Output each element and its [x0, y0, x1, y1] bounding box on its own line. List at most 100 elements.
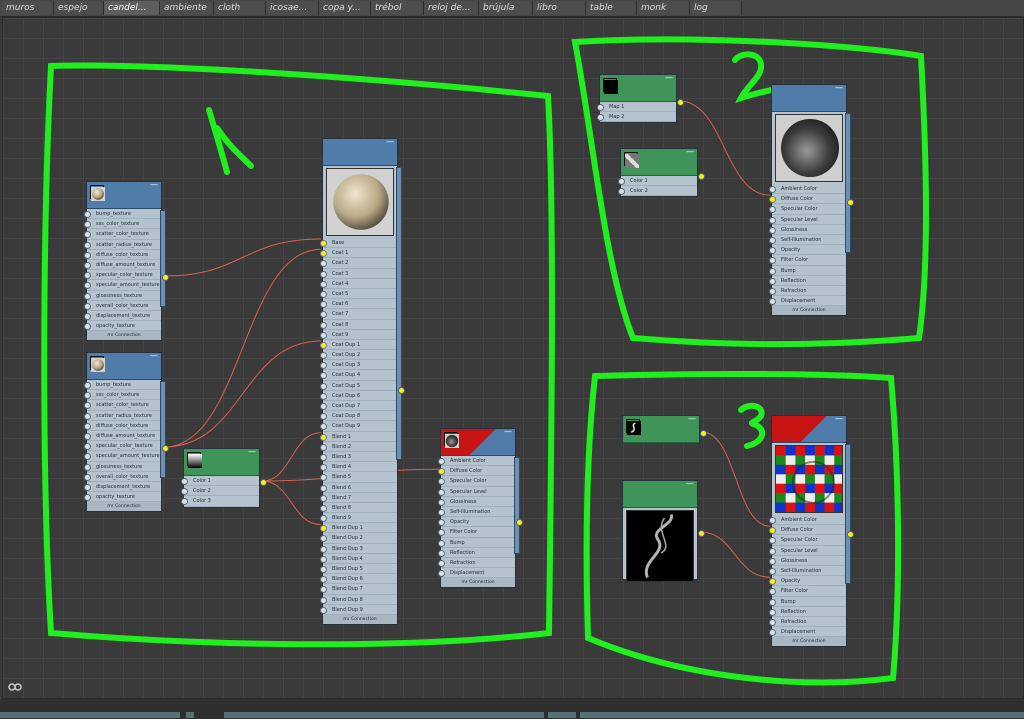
input-socket[interactable] — [84, 422, 91, 430]
input-socket[interactable] — [320, 392, 327, 400]
slot-row[interactable]: Self-Illumination — [769, 566, 846, 577]
slot-row[interactable]: Bump — [438, 538, 515, 548]
slot-row[interactable]: Coat Dup 5 — [320, 381, 397, 391]
input-socket[interactable] — [84, 241, 91, 249]
node-header[interactable]: — — [623, 480, 697, 508]
output-socket[interactable] — [398, 387, 405, 394]
minimize-icon[interactable]: — — [386, 138, 394, 146]
node-editor-canvas[interactable]: — bump_texture sss_color_texture scatter_co… — [2, 17, 1024, 699]
input-socket[interactable] — [438, 478, 445, 486]
minimize-icon[interactable]: — — [688, 415, 696, 423]
slot-row[interactable]: diffuse_color_texture — [84, 250, 161, 260]
input-socket[interactable] — [320, 566, 327, 573]
slot-row[interactable]: Coat 9 — [320, 330, 397, 340]
node-header[interactable]: — — [621, 148, 697, 176]
input-socket[interactable] — [84, 251, 91, 259]
input-socket[interactable] — [320, 504, 327, 512]
node-footer[interactable]: mr Connection — [441, 578, 515, 588]
minimize-icon[interactable]: — — [835, 84, 843, 92]
input-socket[interactable] — [769, 578, 776, 586]
slot-row[interactable]: Color 2 — [181, 486, 259, 497]
input-socket[interactable] — [769, 598, 776, 606]
input-socket[interactable] — [84, 382, 91, 389]
node-scroll-handle[interactable] — [514, 457, 520, 554]
node-header[interactable]: — — [441, 428, 515, 456]
tab-libro[interactable]: libro — [533, 1, 586, 15]
slot-row[interactable]: Coat 8 — [320, 320, 397, 330]
slot-row[interactable]: Specular Color — [769, 204, 846, 215]
node-footer[interactable]: mr Connection — [772, 637, 846, 647]
input-socket[interactable] — [84, 453, 91, 461]
node-scroll-handle[interactable] — [160, 381, 166, 478]
input-socket[interactable] — [320, 464, 327, 472]
tab-espejo[interactable]: espejo — [54, 1, 104, 15]
slot-row[interactable]: scatter_radius_texture — [84, 411, 161, 421]
input-socket[interactable] — [320, 260, 327, 268]
node-mat60[interactable]: — Base Coat 1 Coat 2 Coat 3 Coat 4 Coat 5 Coat … — [320, 138, 405, 625]
slot-row[interactable]: Coat 7 — [320, 309, 397, 320]
slot-row[interactable]: Map 1 — [597, 102, 676, 113]
input-socket[interactable] — [438, 549, 445, 557]
slot-row[interactable]: Blend 6 — [320, 483, 397, 493]
slot-row[interactable]: Coat Dup 4 — [320, 370, 397, 381]
minimize-icon[interactable]: — — [248, 448, 256, 456]
input-socket[interactable] — [769, 537, 776, 545]
input-socket[interactable] — [438, 559, 445, 567]
input-socket[interactable] — [181, 478, 188, 485]
input-socket[interactable] — [769, 517, 776, 524]
slot-row[interactable]: overall_color_texture — [84, 301, 161, 311]
slot-row[interactable]: Blend Dup 6 — [320, 574, 397, 585]
slot-row[interactable]: Bump — [769, 266, 846, 276]
slot-row[interactable]: Reflection — [769, 607, 846, 617]
input-socket[interactable] — [320, 596, 327, 604]
slot-row[interactable]: Coat 4 — [320, 279, 397, 289]
input-socket[interactable] — [320, 290, 327, 298]
input-socket[interactable] — [320, 453, 327, 461]
navigation-icon[interactable] — [8, 680, 22, 692]
slot-row[interactable]: Reflection — [438, 548, 515, 558]
slot-row[interactable]: Refraction — [769, 617, 846, 628]
input-socket[interactable] — [320, 240, 327, 247]
tab-ambiente[interactable]: ambiente — [160, 1, 214, 15]
minimize-icon[interactable]: — — [150, 181, 158, 189]
slot-row[interactable]: Opacity — [438, 517, 515, 528]
input-socket[interactable] — [769, 247, 776, 255]
slot-row[interactable]: Bump — [769, 597, 846, 607]
input-socket[interactable] — [597, 104, 604, 111]
output-socket[interactable] — [698, 173, 705, 180]
slot-row[interactable]: Blend Dup 2 — [320, 533, 397, 544]
input-socket[interactable] — [769, 267, 776, 275]
slot-row[interactable]: specular_color_texture — [84, 270, 161, 281]
slot-row[interactable]: Color 3 — [181, 496, 259, 507]
node-map59[interactable]: — Color 1 Color 2 Color 3 — [181, 448, 267, 508]
slot-row[interactable]: glossiness_texture — [84, 462, 161, 472]
input-socket[interactable] — [438, 488, 445, 496]
input-socket[interactable] — [438, 539, 445, 547]
slot-row[interactable]: Opacity — [769, 576, 846, 587]
slot-row[interactable]: Specular Color — [438, 476, 515, 487]
input-socket[interactable] — [320, 586, 327, 594]
minimize-icon[interactable]: — — [835, 415, 843, 423]
input-socket[interactable] — [84, 412, 91, 420]
input-socket[interactable] — [84, 402, 91, 410]
input-socket[interactable] — [320, 280, 327, 288]
input-socket[interactable] — [84, 494, 91, 502]
slot-row[interactable]: displacement_texture — [84, 311, 161, 322]
slot-row[interactable]: sss_color_texture — [84, 390, 161, 401]
input-socket[interactable] — [320, 331, 327, 339]
minimize-icon[interactable]: — — [686, 148, 694, 156]
slot-row[interactable]: Base — [320, 238, 397, 249]
slot-row[interactable]: Opacity — [769, 245, 846, 256]
tab-muros[interactable]: muros — [2, 1, 54, 15]
input-socket[interactable] — [769, 226, 776, 234]
output-socket[interactable] — [260, 479, 267, 486]
input-socket[interactable] — [438, 508, 445, 516]
tab-copay[interactable]: copa y... — [319, 1, 371, 15]
node-header[interactable]: — — [600, 74, 676, 102]
slot-row[interactable]: Color 1 — [618, 176, 697, 187]
input-socket[interactable] — [84, 443, 91, 451]
slot-row[interactable]: overall_color_texture — [84, 472, 161, 482]
slot-row[interactable]: Specular Level — [769, 546, 846, 556]
output-socket[interactable] — [698, 530, 705, 537]
node-mat64[interactable]: — Ambient Color Diffuse Color Specular Colo… — [769, 415, 854, 648]
